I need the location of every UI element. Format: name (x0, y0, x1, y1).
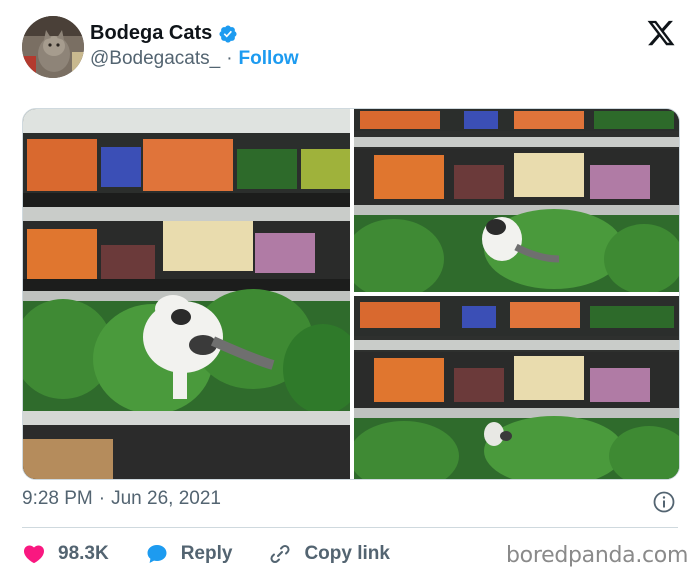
reply-label: Reply (180, 543, 233, 564)
timestamp-date: Jun 26, 2021 (111, 488, 221, 509)
tweet-card: Bodega Cats @Bodegacats_ · Follow 9:28 P… (0, 0, 700, 581)
verified-badge-icon (219, 24, 237, 43)
handle-separator: · (226, 48, 233, 69)
author-handle[interactable]: @Bodegacats_ (90, 48, 220, 70)
photo-1-image (23, 109, 350, 479)
photo-3[interactable] (354, 296, 679, 479)
watermark: boredpanda.com (506, 543, 689, 568)
action-bar: 98.3K Reply Copy link (22, 540, 426, 568)
timestamp-separator: · (98, 488, 106, 509)
copy-link-label: Copy link (304, 543, 390, 564)
media-grid[interactable] (22, 108, 680, 480)
avatar-image (22, 16, 84, 78)
author-name[interactable]: Bodega Cats (90, 22, 212, 45)
divider (22, 527, 678, 528)
author-name-row: Bodega Cats (90, 22, 238, 45)
follow-button[interactable]: Follow (239, 48, 299, 70)
x-logo-icon[interactable] (645, 18, 677, 48)
heart-icon (23, 545, 45, 564)
avatar[interactable] (22, 16, 84, 78)
timestamp-time: 9:28 PM (22, 488, 93, 509)
reply-bubble-icon (147, 545, 167, 563)
photo-2[interactable] (354, 109, 679, 292)
photo-2-image (354, 109, 679, 292)
author-handle-row: @Bodegacats_ · Follow (90, 48, 299, 70)
copy-link-button[interactable]: Copy link (268, 542, 390, 566)
timestamp[interactable]: 9:28 PM · Jun 26, 2021 (22, 488, 221, 510)
photo-1[interactable] (23, 109, 350, 479)
reply-button[interactable]: Reply (145, 542, 233, 566)
like-count: 98.3K (58, 543, 109, 564)
link-icon (270, 544, 290, 564)
photo-3-image (354, 296, 679, 479)
info-icon[interactable] (652, 490, 676, 514)
like-button[interactable]: 98.3K (22, 542, 109, 566)
